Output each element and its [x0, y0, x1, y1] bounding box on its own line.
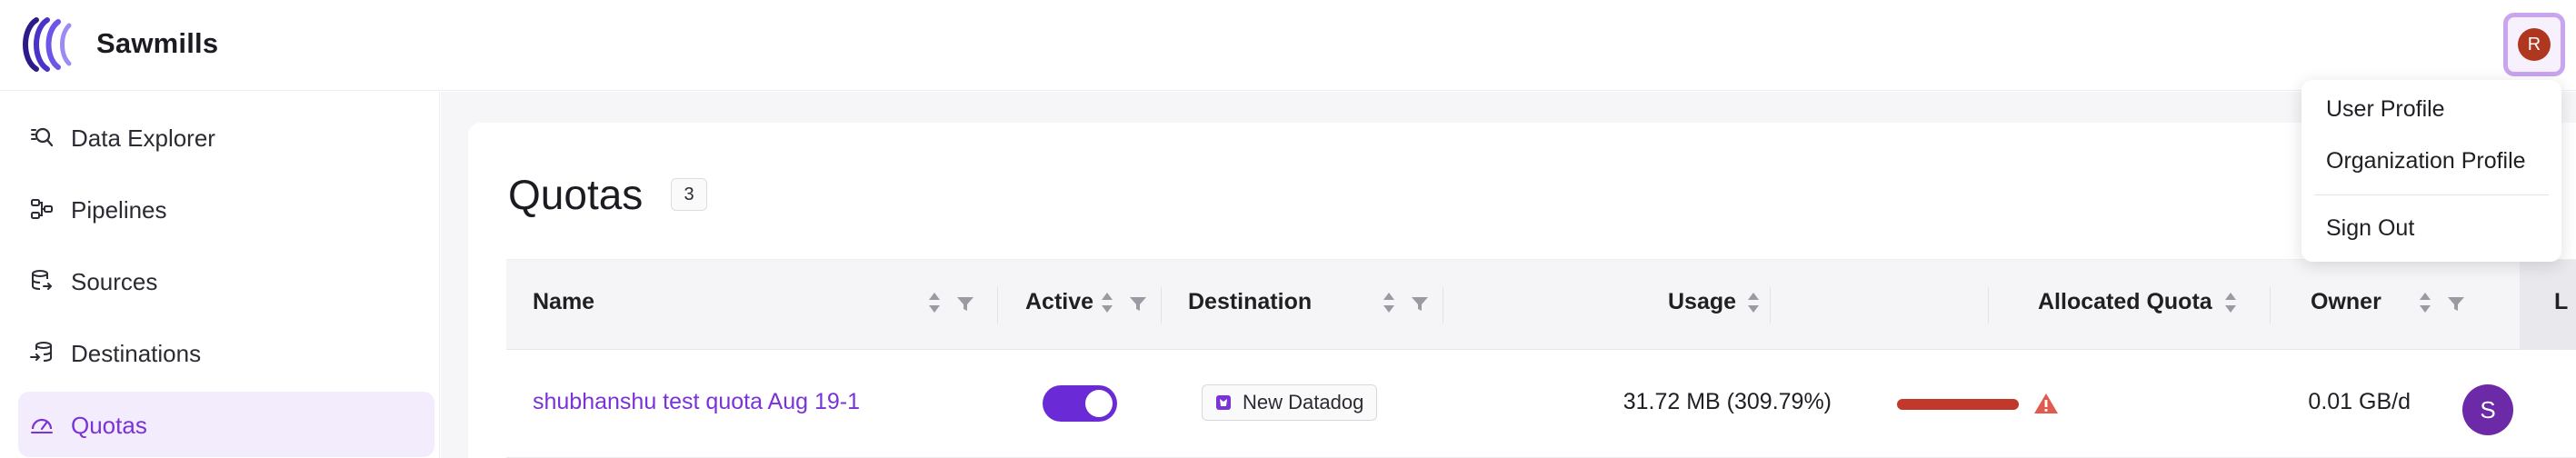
column-divider[interactable]: [1161, 287, 1162, 324]
quota-count-badge: 3: [671, 178, 707, 211]
usage-progress-bar: [1897, 399, 2019, 410]
menu-divider: [2314, 194, 2549, 195]
sort-icon[interactable]: [1100, 291, 1114, 314]
column-header-name[interactable]: Name: [533, 289, 594, 315]
sources-icon: [32, 270, 53, 290]
menu-item-organization-profile[interactable]: Organization Profile: [2326, 148, 2526, 174]
destination-label: New Datadog: [1243, 391, 1364, 413]
sidebar-item-label: Sources: [71, 268, 158, 295]
user-avatar: R: [2518, 28, 2551, 61]
filter-icon[interactable]: [1411, 294, 1429, 313]
sort-icon[interactable]: [1746, 291, 1761, 314]
column-divider[interactable]: [1988, 287, 1989, 324]
sidebar-item-sources[interactable]: Sources: [18, 248, 434, 314]
column-header-destination[interactable]: Destination: [1188, 289, 1312, 315]
column-header-truncated: L: [2520, 260, 2576, 351]
datadog-icon: [1216, 395, 1231, 410]
sidebar-item-label: Quotas: [71, 412, 147, 439]
menu-item-user-profile[interactable]: User Profile: [2326, 96, 2445, 123]
column-divider[interactable]: [2270, 287, 2271, 324]
allocated-quota-value: 0.01 GB/d: [2308, 389, 2411, 414]
sidebar-item-label: Pipelines: [71, 196, 167, 224]
quotas-icon: [31, 418, 53, 433]
pipelines-icon: [31, 199, 53, 219]
sidebar-item-data-explorer[interactable]: Data Explorer: [18, 105, 434, 170]
destination-badge: New Datadog: [1202, 384, 1378, 421]
column-header-active[interactable]: Active: [1025, 289, 1093, 315]
column-header-allocated-quota[interactable]: Allocated Quota: [2038, 289, 2212, 315]
page-title: Quotas: [508, 171, 644, 218]
sidebar-item-quotas[interactable]: Quotas: [18, 392, 434, 457]
owner-avatar[interactable]: S: [2462, 384, 2513, 435]
sidebar-item-destinations[interactable]: Destinations: [18, 320, 434, 385]
table-header: Name Active Destination Usage Allocated …: [506, 259, 2576, 351]
filter-icon[interactable]: [956, 294, 974, 313]
sidebar: Data Explorer Pipelines Sources Destinat…: [0, 92, 440, 458]
sort-icon[interactable]: [927, 291, 942, 314]
top-bar: Sawmills R: [0, 0, 2576, 91]
sidebar-item-pipelines[interactable]: Pipelines: [18, 176, 434, 242]
sort-icon[interactable]: [2223, 291, 2238, 314]
user-avatar-button[interactable]: R: [2503, 13, 2565, 76]
quotas-card: Quotas 3 Name Active Destination Usage A…: [468, 123, 2576, 458]
toggle-knob: [1085, 390, 1113, 417]
column-header-usage[interactable]: Usage: [1668, 289, 1736, 315]
user-dropdown-menu: User Profile Organization Profile Sign O…: [2301, 80, 2561, 262]
column-header-owner[interactable]: Owner: [2311, 289, 2381, 315]
table-row[interactable]: shubhanshu test quota Aug 19-1 New Datad…: [506, 350, 2576, 458]
filter-icon[interactable]: [1129, 294, 1147, 313]
menu-item-sign-out[interactable]: Sign Out: [2326, 215, 2414, 242]
column-divider[interactable]: [1770, 287, 1771, 324]
column-divider[interactable]: [997, 287, 998, 324]
sidebar-item-label: Data Explorer: [71, 124, 215, 152]
sawmills-logo-icon[interactable]: [18, 15, 76, 75]
active-toggle[interactable]: [1043, 385, 1117, 422]
destinations-icon: [30, 342, 52, 362]
usage-value: 31.72 MB (309.79%): [1622, 389, 1832, 414]
column-header-partial[interactable]: L: [2554, 289, 2568, 315]
warning-icon: [2034, 393, 2058, 413]
sidebar-item-label: Destinations: [71, 340, 202, 367]
filter-icon[interactable]: [2447, 294, 2465, 313]
sort-icon[interactable]: [1382, 291, 1396, 314]
data-explorer-icon: [31, 127, 54, 147]
main-content: Quotas 3 Name Active Destination Usage A…: [441, 92, 2576, 458]
app-name: Sawmills: [96, 27, 219, 59]
sort-icon[interactable]: [2418, 291, 2432, 314]
quota-name-link[interactable]: shubhanshu test quota Aug 19-1: [533, 389, 860, 415]
